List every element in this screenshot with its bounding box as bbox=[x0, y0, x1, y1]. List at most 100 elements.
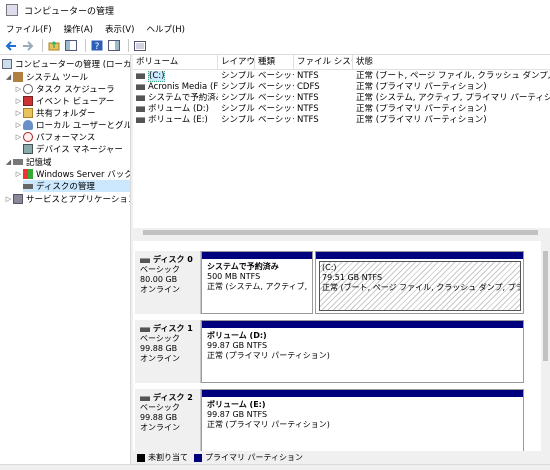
tree-item-services-apps[interactable]: ▷ サービスとアプリケーション bbox=[4, 193, 131, 205]
legend-primary-partition: プライマリ パーティション bbox=[205, 453, 304, 462]
column-header-layout[interactable]: レイアウト bbox=[218, 55, 255, 69]
volume-cell: 正常 (プライマリ パーティション) bbox=[353, 104, 550, 115]
tree-item-task-scheduler[interactable]: ▷ タスク スケジューラ bbox=[14, 83, 115, 95]
volume-cell-text: ベーシック bbox=[258, 71, 294, 81]
volume-cell: 正常 (プライマリ パーティション) bbox=[353, 82, 550, 93]
chevron-right-icon[interactable]: ▷ bbox=[4, 195, 13, 203]
volume-cell: NTFS bbox=[294, 93, 353, 104]
volume-cell: ボリューム (D:) bbox=[133, 104, 218, 115]
chevron-right-icon[interactable]: ▷ bbox=[14, 109, 23, 117]
partition-system-reserved[interactable]: システムで予約済み 500 MB NTFS 正常 (システム, アクティブ, プ… bbox=[201, 251, 313, 314]
menu-file[interactable]: ファイル(F) bbox=[0, 23, 58, 35]
partition-status: 正常 (ブート, ページ ファイル, クラッシュ ダンプ, プライマリ パーテ bbox=[322, 283, 520, 292]
volume-row[interactable]: (C:) シンプルベーシックNTFS 正常 (ブート, ページ ファイル, クラッシ… bbox=[133, 71, 550, 82]
menu-help[interactable]: ヘルプ(H) bbox=[140, 23, 191, 35]
back-icon[interactable] bbox=[4, 39, 18, 53]
title-bar: コンピューターの管理 bbox=[0, 0, 550, 20]
view-icon[interactable] bbox=[133, 39, 147, 53]
tree-item-storage[interactable]: ◢ 記憶域 bbox=[4, 156, 52, 168]
volume-icon bbox=[136, 72, 145, 79]
volume-list-header: ボリューム レイアウト 種類 ファイル システム 状態 bbox=[133, 55, 550, 70]
tree-item-root[interactable]: コンピューターの管理 (ローカル) bbox=[2, 58, 131, 70]
volume-cell: 正常 (プライマリ パーティション) bbox=[353, 115, 550, 126]
volume-row[interactable]: ボリューム (D:) シンプルベーシックNTFS 正常 (プライマリ パーティション… bbox=[133, 104, 550, 115]
chevron-right-icon[interactable]: ▷ bbox=[14, 121, 23, 129]
menu-bar: ファイル(F) 操作(A) 表示(V) ヘルプ(H) bbox=[0, 20, 550, 37]
svg-text:?: ? bbox=[95, 42, 100, 51]
tree-item-shared-folders[interactable]: ▷ 共有フォルダー bbox=[14, 107, 96, 119]
column-header-filesystem[interactable]: ファイル システム bbox=[294, 55, 353, 69]
chevron-right-icon[interactable]: ▷ bbox=[14, 97, 23, 105]
partition-e-drive[interactable]: ボリューム (E:) 99.87 GB NTFS 正常 (プライマリ パーティシ… bbox=[201, 389, 524, 451]
folder-up-icon[interactable] bbox=[47, 39, 61, 53]
volume-cell: ボリューム (E:) bbox=[133, 115, 218, 126]
volume-cell-text: シンプル bbox=[221, 93, 255, 103]
tree-item-label: コンピューターの管理 (ローカル) bbox=[15, 60, 131, 70]
volume-cell: シンプル bbox=[218, 93, 255, 104]
partition-size: 500 MB NTFS bbox=[207, 272, 261, 281]
volume-icon bbox=[136, 105, 145, 112]
chevron-right-icon[interactable]: ▷ bbox=[14, 85, 23, 93]
volume-cell: ベーシック bbox=[255, 115, 294, 126]
chevron-right-icon[interactable]: ▷ bbox=[14, 170, 23, 178]
volume-list: ボリューム レイアウト 種類 ファイル システム 状態 (C:)シンプルベーシッ… bbox=[133, 55, 550, 237]
chevron-right-icon[interactable]: ▷ bbox=[14, 133, 23, 141]
volume-row[interactable]: Acronis Media (F:)シンプルベーシックCDFS 正常 (プライマリ… bbox=[133, 82, 550, 93]
chevron-down-icon[interactable]: ◢ bbox=[4, 158, 13, 166]
disk-label[interactable]: ディスク 2 ベーシック 99.88 GB オンライン bbox=[135, 389, 201, 451]
partition-label: (C:) bbox=[322, 263, 337, 272]
properties-icon[interactable] bbox=[107, 39, 121, 53]
volume-cell-text: ベーシック bbox=[258, 82, 294, 92]
tree-item-device-manager[interactable]: デバイス マネージャー bbox=[23, 143, 123, 155]
column-header-status[interactable]: 状態 bbox=[353, 55, 550, 69]
partition-c-drive[interactable]: (C:) 79.51 GB NTFS 正常 (ブート, ページ ファイル, クラ… bbox=[315, 251, 524, 314]
tree-item-windows-backup[interactable]: ▷ Windows Server バックアップ bbox=[14, 168, 130, 180]
vertical-scrollbar[interactable] bbox=[541, 241, 550, 451]
legend: 未割り当て プライマリ パーティション bbox=[133, 451, 550, 464]
chevron-down-icon[interactable]: ◢ bbox=[4, 73, 13, 81]
tools-icon bbox=[13, 72, 23, 82]
tree-item-local-users[interactable]: ▷ ローカル ユーザーとグループ bbox=[14, 119, 130, 131]
volume-row[interactable]: ボリューム (E:) シンプルベーシックNTFS 正常 (プライマリ パーティション… bbox=[133, 115, 550, 126]
volume-cell-text: CDFS bbox=[297, 82, 320, 92]
volume-cell-text: NTFS bbox=[297, 93, 319, 103]
volume-cell: (C:) bbox=[133, 71, 218, 82]
tree-item-performance[interactable]: ▷ パフォーマンス bbox=[14, 131, 95, 143]
tree-item-event-viewer[interactable]: ▷ イベント ビューアー bbox=[14, 95, 114, 107]
volume-cell-text: NTFS bbox=[297, 104, 319, 114]
partition-d-drive[interactable]: ボリューム (D:) 99.87 GB NTFS 正常 (プライマリ パーティシ… bbox=[201, 320, 524, 383]
disk-status: オンライン bbox=[140, 423, 180, 432]
menu-view[interactable]: 表示(V) bbox=[99, 23, 140, 35]
volume-cell-text: シンプル bbox=[221, 71, 255, 81]
column-header-volume[interactable]: ボリューム bbox=[133, 55, 218, 69]
disk-icon bbox=[140, 257, 150, 263]
toolbar: ? bbox=[0, 37, 550, 55]
menu-action[interactable]: 操作(A) bbox=[58, 23, 99, 35]
volume-cell-text: 正常 (システム, アクティブ, プライマリ パーティション) bbox=[356, 93, 550, 103]
tree-item-label: サービスとアプリケーション bbox=[26, 195, 131, 205]
computer-management-icon bbox=[6, 4, 18, 16]
volume-icon bbox=[136, 83, 145, 90]
help-icon[interactable]: ? bbox=[90, 39, 104, 53]
disk-size: 80.00 GB bbox=[140, 275, 178, 284]
column-header-type[interactable]: 種類 bbox=[255, 55, 294, 69]
tree-item-system-tools[interactable]: ◢ システム ツール bbox=[4, 71, 88, 83]
partition-status: 正常 (プライマリ パーティション) bbox=[207, 351, 330, 360]
primary-partition-swatch bbox=[194, 453, 202, 462]
volume-row[interactable]: システムで予約済みシンプルベーシックNTFS 正常 (システム, アクティブ, プ… bbox=[133, 93, 550, 104]
disk-label[interactable]: ディスク 1 ベーシック 99.88 GB オンライン bbox=[135, 320, 201, 383]
volume-cell: NTFS bbox=[294, 115, 353, 126]
volume-cell-text: シンプル bbox=[221, 115, 255, 125]
users-icon bbox=[23, 120, 33, 130]
disk-size: 99.88 GB bbox=[140, 413, 178, 422]
forward-icon[interactable] bbox=[21, 39, 35, 53]
show-tree-icon[interactable] bbox=[64, 39, 78, 53]
tree-item-label: システム ツール bbox=[26, 73, 88, 83]
services-icon bbox=[13, 194, 23, 204]
disk-label[interactable]: ディスク 0 ベーシック 80.00 GB オンライン bbox=[135, 251, 201, 314]
disk-icon bbox=[140, 395, 150, 401]
volume-cell-text: シンプル bbox=[221, 82, 255, 92]
legend-unallocated: 未割り当て bbox=[148, 453, 188, 462]
tree-item-disk-management[interactable]: ディスクの管理 bbox=[23, 180, 130, 192]
horizontal-scrollbar[interactable] bbox=[133, 228, 550, 237]
